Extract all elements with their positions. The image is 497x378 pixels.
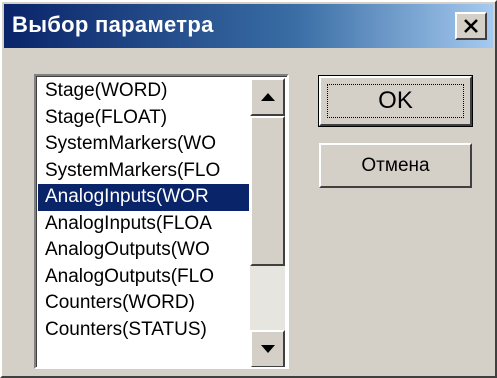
- dialog-title: Выбор параметра: [12, 12, 214, 37]
- list-item[interactable]: AnalogOutputs(WO: [38, 237, 249, 264]
- triangle-down-icon: [260, 340, 275, 358]
- list-item-selected[interactable]: AnalogInputs(WOR: [38, 184, 249, 211]
- title-bar[interactable]: Выбор параметра: [4, 4, 493, 48]
- list-item[interactable]: Counters(WORD): [38, 290, 249, 317]
- scroll-thumb[interactable]: [250, 116, 285, 266]
- list-item[interactable]: AnalogOutputs(FLO: [38, 264, 249, 291]
- vertical-scrollbar[interactable]: [250, 78, 285, 367]
- parameter-list: Stage(WORD) Stage(FLOAT) SystemMarkers(W…: [38, 78, 249, 367]
- list-item[interactable]: SystemMarkers(WO: [38, 131, 249, 158]
- cancel-button[interactable]: Отмена: [319, 143, 472, 188]
- ok-button[interactable]: OK: [318, 75, 473, 127]
- list-item[interactable]: AnalogInputs(FLOA: [38, 211, 249, 238]
- cancel-button-label: Отмена: [361, 154, 430, 176]
- scroll-down-button[interactable]: [250, 330, 285, 367]
- list-item[interactable]: Counters(STATUS): [38, 317, 249, 344]
- list-item[interactable]: Stage(WORD): [38, 78, 249, 105]
- focus-rectangle: [327, 84, 464, 118]
- scroll-up-button[interactable]: [250, 78, 285, 116]
- list-item[interactable]: Stage(FLOAT): [38, 105, 249, 132]
- dialog-window: Выбор параметра Stage(WORD) Stage(FLOAT)…: [0, 0, 497, 378]
- list-item[interactable]: SystemMarkers(FLO: [38, 158, 249, 185]
- close-button[interactable]: [455, 12, 487, 40]
- parameter-listbox[interactable]: Stage(WORD) Stage(FLOAT) SystemMarkers(W…: [34, 74, 289, 369]
- triangle-up-icon: [260, 88, 275, 106]
- close-icon: [463, 19, 479, 33]
